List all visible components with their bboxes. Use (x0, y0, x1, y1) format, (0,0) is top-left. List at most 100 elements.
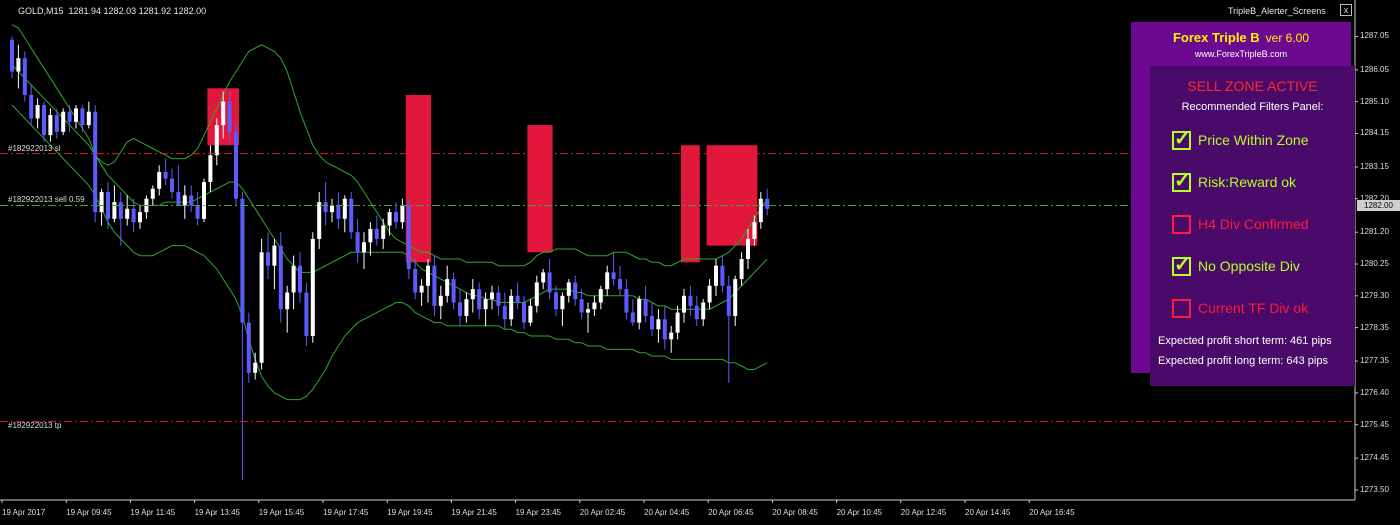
time-tick-label: 19 Apr 13:45 (194, 508, 240, 517)
price-axis: 1287.05 1286.05 1285.10 1284.15 1283.15 1282.… (1356, 0, 1400, 525)
candle (138, 205, 142, 229)
candle-body (694, 305, 699, 320)
price-tick-label: 1285.10 (1360, 96, 1389, 106)
candle (688, 285, 693, 316)
panel-website: www.ForexTripleB.com (1194, 49, 1288, 59)
candle (342, 195, 347, 233)
candle-body (662, 319, 667, 340)
candle-body (630, 312, 635, 323)
candle (374, 215, 379, 246)
price-tick-label: 1273.50 (1360, 484, 1389, 494)
candle (605, 265, 610, 296)
candle-body (458, 302, 462, 316)
candle (630, 299, 635, 326)
candle-body (682, 295, 686, 313)
candle-body (413, 269, 418, 293)
candle-body (336, 205, 341, 219)
candle-body (669, 332, 674, 340)
price-tick-label: 1283.15 (1360, 161, 1389, 171)
candle (22, 51, 27, 102)
candle (234, 121, 238, 206)
candle (80, 105, 85, 132)
candle-body (611, 272, 616, 280)
candle-body (387, 212, 392, 226)
candle (618, 265, 622, 296)
candle (170, 168, 174, 199)
candle-body (61, 111, 66, 132)
candle (432, 255, 437, 316)
candle (381, 218, 386, 249)
candle (662, 305, 667, 350)
filter-label: Risk:Reward ok (1198, 174, 1297, 190)
filter-checkbox (1172, 299, 1191, 318)
candle-body (643, 299, 648, 316)
candle (214, 118, 219, 166)
candle (272, 238, 277, 290)
filter-label: Current TF Div ok (1198, 300, 1309, 316)
time-tick-label: 19 Apr 2017 (2, 508, 46, 517)
candle-body (259, 252, 264, 363)
close-icon[interactable]: x (1340, 4, 1352, 16)
candle-body (470, 289, 475, 300)
candle (464, 292, 469, 323)
candle-body (400, 205, 405, 223)
candle (336, 192, 341, 229)
candle-body (451, 279, 456, 303)
candle-body (48, 115, 53, 136)
candle (438, 285, 443, 320)
candle (246, 312, 251, 383)
candle-body (483, 299, 488, 310)
candle (413, 259, 418, 300)
candle-body (746, 238, 750, 259)
candle-body (419, 285, 424, 293)
candle-body (240, 198, 245, 323)
candle (48, 108, 53, 142)
filter-label: No Opposite Div (1198, 258, 1300, 274)
candle-body (739, 259, 744, 280)
candle-body (285, 292, 290, 310)
bollinger-middle (11, 64, 768, 310)
candle-body (528, 305, 533, 323)
candle (266, 232, 270, 280)
candle-body (534, 282, 539, 306)
candle-body (406, 205, 411, 270)
candle (541, 269, 546, 290)
time-tick-label: 19 Apr 23:45 (515, 508, 561, 517)
candle-body (592, 302, 597, 310)
price-tick-label: 1275.45 (1360, 419, 1389, 429)
candle-body (445, 279, 450, 296)
candle (592, 295, 597, 316)
candle (163, 158, 168, 186)
candle (278, 232, 283, 323)
candle-body (394, 212, 398, 223)
candle (611, 252, 616, 286)
candle-body (266, 252, 270, 266)
candle-body (688, 295, 693, 306)
candle (285, 285, 290, 333)
candle-body (112, 202, 117, 219)
candle (682, 289, 686, 323)
candle-body (304, 292, 309, 336)
candle (42, 101, 46, 142)
candle (765, 188, 770, 216)
take-profit-label: #182922013 tp (8, 421, 62, 430)
candle-body (541, 272, 546, 283)
candle (547, 259, 552, 300)
candle (86, 101, 91, 129)
candle (739, 252, 744, 286)
candle (445, 265, 450, 303)
candle-body (22, 58, 27, 95)
panel-version: ver 6.00 (1265, 31, 1310, 45)
candle-body (586, 309, 590, 313)
price-tick-label: 1281.20 (1360, 227, 1389, 237)
filters-panel: SELL ZONE ACTIVE Recommended Filters Pan… (1150, 66, 1355, 386)
candle-body (579, 299, 584, 313)
candle-body (349, 198, 354, 233)
candle-body (432, 265, 437, 306)
candle-body (426, 265, 430, 286)
candle-body (438, 295, 443, 306)
time-tick-label: 19 Apr 09:45 (66, 508, 112, 517)
candle-body (202, 182, 206, 219)
candle-body (355, 232, 360, 253)
candle (515, 282, 520, 310)
